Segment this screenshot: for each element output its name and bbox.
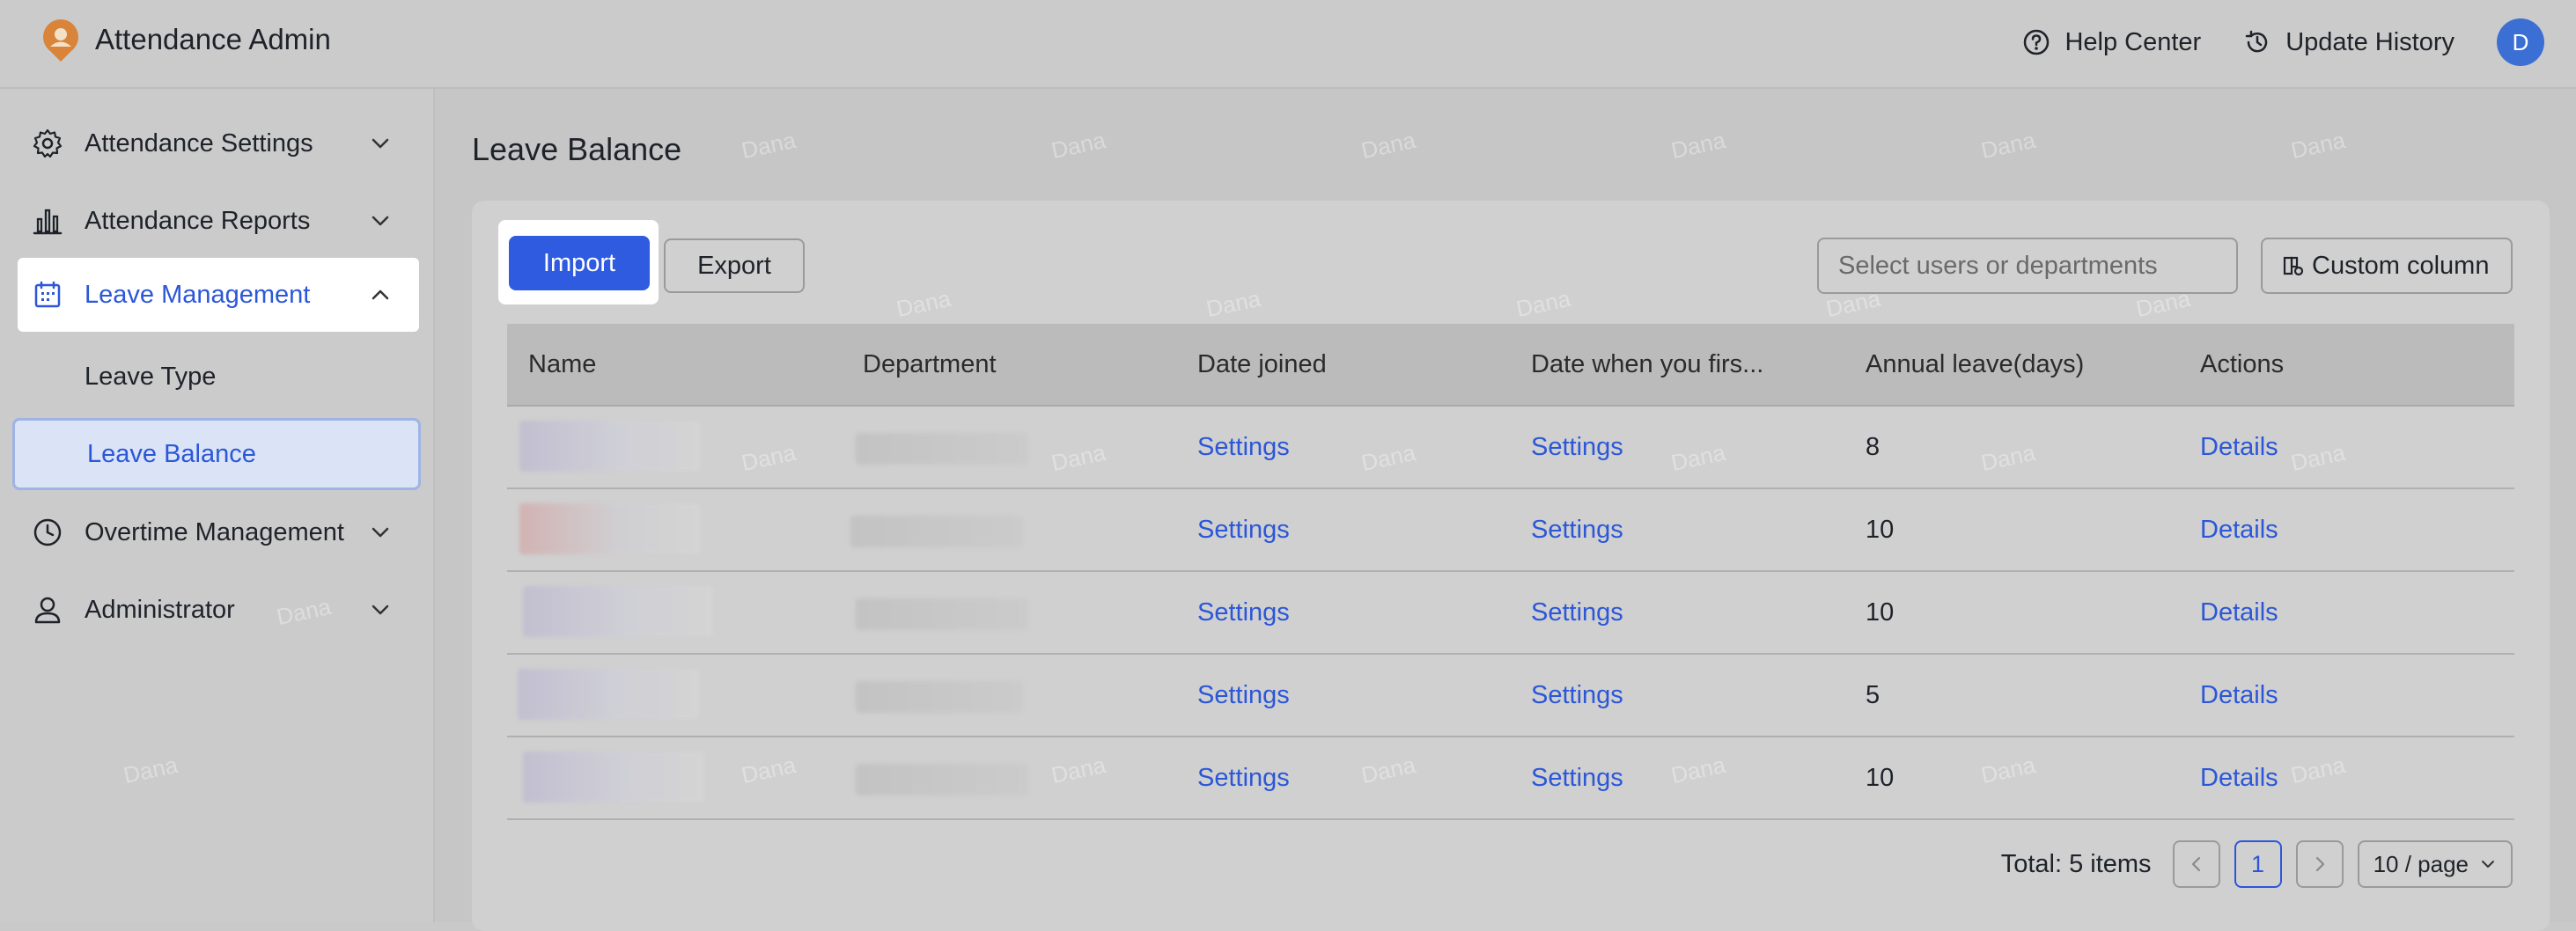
table-header: Name Department Date joined Date when yo…	[507, 324, 2514, 407]
sidebar-item-label: Overtime Management	[85, 517, 344, 546]
custom-column-button[interactable]: Custom column	[2261, 238, 2513, 294]
date-joined-settings-link[interactable]: Settings	[1197, 516, 1290, 545]
page-number-button[interactable]: 1	[2234, 840, 2282, 888]
column-header-actions: Actions	[2200, 350, 2285, 378]
column-header-annual-leave: Annual leave(days)	[1866, 350, 2085, 378]
app-logo-icon	[43, 19, 78, 62]
redacted-department	[856, 681, 1023, 713]
date-joined-settings-link[interactable]: Settings	[1197, 433, 1290, 462]
prev-page-button[interactable]	[2172, 840, 2220, 888]
details-link[interactable]: Details	[2200, 681, 2278, 710]
leave-balance-table: Name Department Date joined Date when yo…	[507, 324, 2514, 820]
sidebar-subitem-leave-balance[interactable]: Leave Balance	[12, 418, 421, 490]
sidebar-item-label: Attendance Settings	[85, 128, 313, 158]
annual-leave-value: 5	[1866, 681, 1880, 709]
sidebar-item-attendance-settings[interactable]: Attendance Settings	[18, 106, 419, 180]
chevron-right-icon	[2315, 856, 2324, 872]
page-size-select[interactable]: 10 / page	[2357, 840, 2513, 888]
custom-column-label: Custom column	[2312, 251, 2490, 280]
total-items-count: Total: 5 items	[2000, 849, 2152, 878]
sidebar-subitem-label: Leave Balance	[87, 439, 256, 468]
help-center-link[interactable]: Help Center	[2022, 28, 2201, 57]
sidebar: Attendance Settings Attendance Reports L…	[0, 89, 435, 922]
export-button[interactable]: Export	[664, 238, 805, 293]
chevron-down-icon	[372, 605, 389, 615]
chevron-down-icon	[372, 527, 389, 538]
details-link[interactable]: Details	[2200, 433, 2278, 462]
redacted-department	[856, 598, 1028, 630]
sidebar-subitem-label: Leave Type	[85, 362, 217, 391]
column-settings-icon	[2283, 256, 2304, 276]
redacted-name	[519, 421, 701, 472]
user-avatar[interactable]: D	[2497, 18, 2544, 66]
gear-icon	[33, 128, 63, 158]
chevron-left-icon	[2191, 856, 2200, 872]
user-icon	[34, 597, 61, 624]
date-first-settings-link[interactable]: Settings	[1531, 598, 1623, 627]
pagination: Total: 5 items 1 10 / page	[2001, 839, 2513, 889]
date-joined-settings-link[interactable]: Settings	[1197, 681, 1290, 710]
redacted-name	[518, 669, 699, 720]
page-title: Leave Balance	[472, 131, 682, 167]
date-joined-settings-link[interactable]: Settings	[1197, 598, 1290, 627]
sidebar-subitem-leave-type[interactable]: Leave Type	[12, 341, 421, 413]
import-button[interactable]: Import	[509, 236, 650, 290]
details-link[interactable]: Details	[2200, 516, 2278, 545]
sidebar-item-administrator[interactable]: Administrator	[18, 573, 419, 647]
date-first-settings-link[interactable]: Settings	[1531, 681, 1623, 710]
date-first-settings-link[interactable]: Settings	[1531, 764, 1623, 793]
redacted-name	[523, 751, 704, 803]
table-row: Settings Settings 10 Details	[507, 489, 2514, 572]
table-row: Settings Settings 10 Details	[507, 572, 2514, 655]
sidebar-item-label: Leave Management	[85, 280, 311, 309]
help-center-label: Help Center	[2064, 27, 2202, 56]
annual-leave-value: 10	[1866, 764, 1895, 792]
chevron-up-icon	[372, 290, 389, 300]
table-row: Settings Settings 10 Details	[507, 737, 2514, 820]
sidebar-item-overtime-management[interactable]: Overtime Management	[18, 495, 419, 569]
sidebar-item-attendance-reports[interactable]: Attendance Reports	[18, 184, 419, 258]
update-history-label: Update History	[2285, 27, 2455, 56]
import-highlight: Import	[498, 220, 659, 304]
bar-chart-icon	[33, 209, 63, 235]
leave-balance-card: Import Export Custom column Name Departm…	[472, 201, 2550, 931]
column-header-date-first: Date when you firs...	[1531, 350, 1764, 378]
date-joined-settings-link[interactable]: Settings	[1197, 764, 1290, 793]
sidebar-item-leave-management[interactable]: Leave Management	[18, 258, 419, 332]
details-link[interactable]: Details	[2200, 598, 2278, 627]
sidebar-item-label: Administrator	[85, 595, 235, 624]
chevron-down-icon	[372, 216, 389, 226]
annual-leave-value: 8	[1866, 433, 1880, 461]
details-link[interactable]: Details	[2200, 764, 2278, 793]
page-size-label: 10 / page	[2373, 850, 2469, 877]
help-circle-icon	[2024, 29, 2050, 55]
main-content: Leave Balance Import Export Custom colum…	[435, 89, 2576, 931]
history-icon	[2245, 30, 2268, 53]
table-row: Settings Settings 5 Details	[507, 655, 2514, 737]
chevron-down-icon	[2482, 861, 2494, 868]
redacted-name	[523, 586, 713, 637]
update-history-link[interactable]: Update History	[2243, 28, 2455, 57]
app-title: Attendance Admin	[95, 23, 331, 55]
calendar-icon	[34, 281, 61, 308]
redacted-department	[856, 433, 1028, 465]
column-header-department: Department	[863, 350, 997, 378]
redacted-name	[519, 503, 701, 554]
top-bar: Attendance Admin Help Center Update Hist…	[0, 0, 2576, 89]
annual-leave-value: 10	[1866, 598, 1895, 627]
next-page-button[interactable]	[2295, 840, 2344, 888]
column-header-date-joined: Date joined	[1197, 350, 1327, 378]
date-first-settings-link[interactable]: Settings	[1531, 516, 1623, 545]
clock-icon	[33, 518, 62, 546]
user-department-select[interactable]	[1817, 238, 2238, 294]
date-first-settings-link[interactable]: Settings	[1531, 433, 1623, 462]
annual-leave-value: 10	[1866, 516, 1895, 544]
redacted-department	[856, 764, 1028, 795]
redacted-department	[850, 516, 1023, 547]
column-header-name: Name	[528, 350, 597, 378]
chevron-down-icon	[372, 138, 389, 149]
table-row: Settings Settings 8 Details	[507, 407, 2514, 489]
sidebar-item-label: Attendance Reports	[85, 206, 311, 235]
